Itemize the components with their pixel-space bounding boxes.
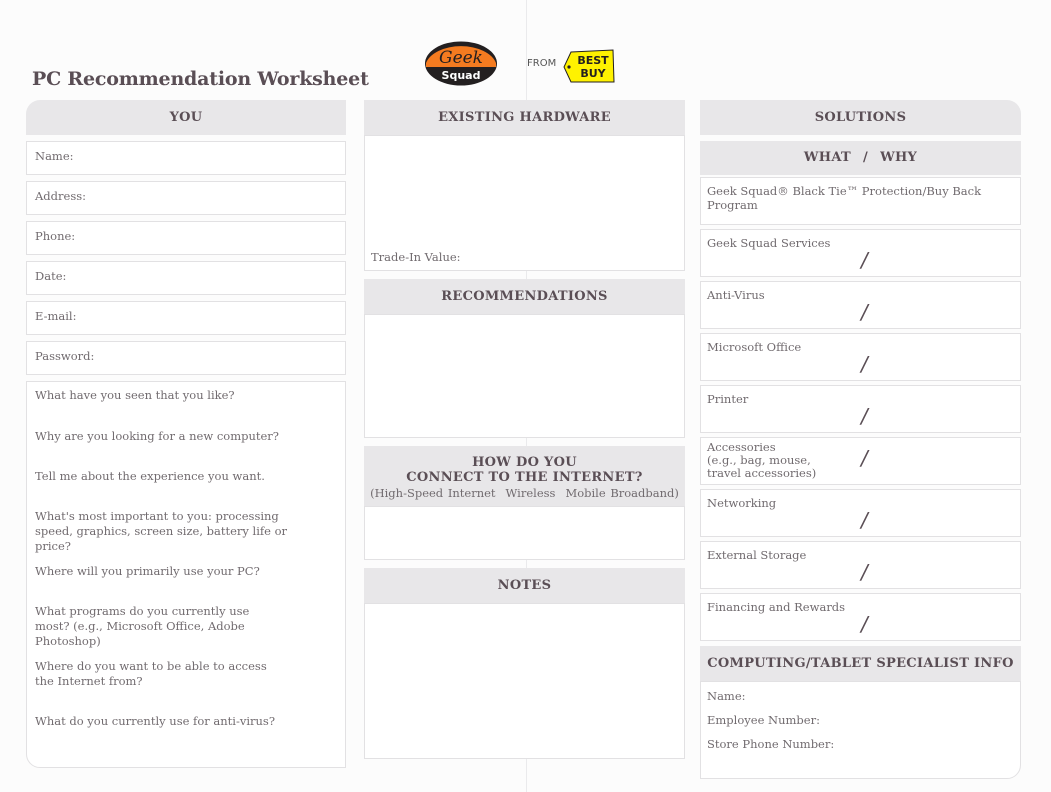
geek-text: Geek	[439, 48, 483, 68]
slash-divider: /	[861, 508, 868, 532]
date-label: Date:	[35, 269, 67, 283]
notes-box[interactable]	[364, 603, 685, 759]
option-wireless[interactable]: Wireless	[506, 486, 556, 500]
specialist-employee-number-label: Employee Number:	[707, 713, 820, 727]
slash-divider: /	[861, 612, 868, 636]
solution-external-storage[interactable]: External Storage /	[700, 541, 1021, 589]
notes-header: NOTES	[364, 568, 685, 603]
address-label: Address:	[35, 189, 87, 203]
buy-text: BUY	[580, 67, 606, 80]
password-field[interactable]: Password:	[26, 341, 346, 375]
specialist-store-phone-label: Store Phone Number:	[707, 737, 835, 751]
solution-accessories[interactable]: Accessories (e.g., bag, mouse, travel ac…	[700, 437, 1021, 485]
specialist-header: COMPUTING/TABLET SPECIALIST INFO	[700, 646, 1021, 681]
solution-label: Geek Squad® Black Tie™ Protection/Buy Ba…	[707, 184, 982, 212]
date-field[interactable]: Date:	[26, 261, 346, 295]
question-why-new: Why are you looking for a new computer?	[35, 429, 279, 443]
internet-header-line2: CONNECT TO THE INTERNET?	[406, 470, 643, 485]
you-header: YOU	[26, 100, 346, 135]
email-label: E-mail:	[35, 309, 77, 323]
existing-hardware-box[interactable]: Trade-In Value:	[364, 135, 685, 271]
address-field[interactable]: Address:	[26, 181, 346, 215]
solution-microsoft-office[interactable]: Microsoft Office /	[700, 333, 1021, 381]
best-buy-logo: BEST BUY	[563, 49, 615, 83]
question-internet-access: Where do you want to be able to access t…	[35, 659, 267, 688]
slash-divider: /	[861, 404, 868, 428]
you-section: YOU Name: Address: Phone: Date: E-mail: …	[26, 100, 346, 768]
trade-in-label: Trade-In Value:	[371, 250, 461, 264]
page-title: PC Recommendation Worksheet	[32, 68, 369, 90]
slash-divider: /	[861, 446, 868, 470]
specialist-name-label: Name:	[707, 689, 746, 703]
solution-black-tie[interactable]: Geek Squad® Black Tie™ Protection/Buy Ba…	[700, 177, 1021, 225]
why-label: WHY	[880, 150, 918, 165]
solution-geek-squad-services[interactable]: Geek Squad Services /	[700, 229, 1021, 277]
question-where-use: Where will you primarily use your PC?	[35, 564, 260, 578]
phone-field[interactable]: Phone:	[26, 221, 346, 255]
slash-divider: /	[861, 560, 868, 584]
geek-squad-logo: Geek Squad	[425, 41, 497, 86]
what-why-slash: /	[863, 150, 869, 165]
what-why-header: WHAT / WHY	[700, 141, 1021, 175]
phone-label: Phone:	[35, 229, 76, 243]
specialist-box[interactable]: Name: Employee Number: Store Phone Numbe…	[700, 681, 1021, 779]
questions-box[interactable]: What have you seen that you like? Why ar…	[26, 381, 346, 768]
question-anti-virus: What do you currently use for anti-virus…	[35, 714, 275, 728]
name-label: Name:	[35, 149, 74, 163]
internet-header-line1: HOW DO YOU	[472, 455, 577, 470]
slash-divider: /	[861, 248, 868, 272]
option-mobile-broadband[interactable]: Mobile Broadband)	[565, 486, 678, 500]
best-text: BEST	[577, 54, 609, 67]
solution-printer[interactable]: Printer /	[700, 385, 1021, 433]
from-label: FROM	[527, 58, 557, 69]
middle-section: EXISTING HARDWARE Trade-In Value: RECOMM…	[364, 100, 685, 759]
question-most-important: What's most important to you: processing…	[35, 509, 288, 553]
internet-options: (High-Speed Internet Wireless Mobile Broad…	[364, 486, 685, 500]
solution-anti-virus[interactable]: Anti-Virus /	[700, 281, 1021, 329]
internet-box[interactable]	[364, 506, 685, 560]
slash-divider: /	[861, 300, 868, 324]
internet-header: HOW DO YOU CONNECT TO THE INTERNET? (Hig…	[364, 446, 685, 506]
recommendations-box[interactable]	[364, 314, 685, 438]
question-experience: Tell me about the experience you want.	[35, 469, 265, 483]
solution-financing-rewards[interactable]: Financing and Rewards /	[700, 593, 1021, 641]
existing-hardware-header: EXISTING HARDWARE	[364, 100, 685, 135]
password-label: Password:	[35, 349, 95, 363]
what-label: WHAT	[803, 150, 851, 165]
question-programs: What programs do you currently use most?…	[35, 604, 250, 648]
solutions-section: SOLUTIONS WHAT / WHY Geek Squad® Black Tie…	[700, 100, 1021, 779]
squad-text: Squad	[442, 69, 481, 82]
name-field[interactable]: Name:	[26, 141, 346, 175]
solution-networking[interactable]: Networking /	[700, 489, 1021, 537]
email-field[interactable]: E-mail:	[26, 301, 346, 335]
solutions-header: SOLUTIONS	[700, 100, 1021, 135]
slash-divider: /	[861, 352, 868, 376]
recommendations-header: RECOMMENDATIONS	[364, 279, 685, 314]
option-high-speed[interactable]: (High-Speed Internet	[370, 486, 495, 500]
question-seen-like: What have you seen that you like?	[35, 388, 235, 402]
